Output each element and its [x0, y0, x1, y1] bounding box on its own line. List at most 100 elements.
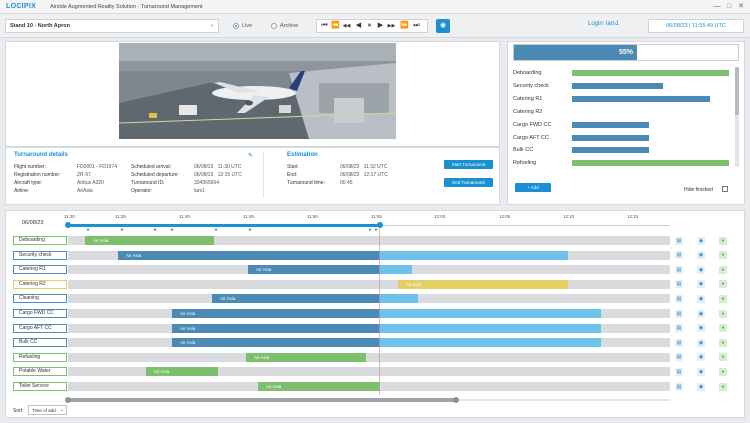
login-user[interactable]: Login: lars1: [588, 21, 619, 27]
fast-forward-icon[interactable]: ⏩: [400, 21, 409, 31]
document-icon[interactable]: ▤: [675, 324, 683, 333]
view-icon[interactable]: ◉: [697, 265, 705, 274]
status-icon[interactable]: ●: [719, 236, 727, 245]
view-icon[interactable]: ◉: [697, 251, 705, 260]
gantt-segment[interactable]: Air Asia: [398, 279, 568, 289]
gantt-segment[interactable]: [380, 265, 412, 275]
gantt-row-label[interactable]: Security check: [13, 250, 67, 260]
event-marker-icon[interactable]: ★: [120, 227, 124, 233]
gantt-segment[interactable]: Air Asia: [118, 250, 380, 260]
hscroll-left-knob[interactable]: [65, 397, 71, 403]
view-icon[interactable]: ◉: [697, 236, 705, 245]
gantt-segment[interactable]: Air Asia: [246, 352, 366, 362]
maximize-icon[interactable]: □: [724, 2, 734, 11]
gantt-segment[interactable]: Air Asia: [212, 294, 380, 304]
status-icon[interactable]: ●: [719, 338, 727, 347]
status-icon[interactable]: ●: [719, 382, 727, 391]
view-icon[interactable]: ◉: [697, 353, 705, 362]
gantt-row-label[interactable]: Refueling: [13, 352, 67, 362]
skip-end-icon[interactable]: ⏭: [412, 21, 421, 31]
forward-icon[interactable]: ▶▶: [387, 21, 396, 31]
event-marker-icon[interactable]: ★: [86, 227, 90, 233]
chevron-down-icon[interactable]: ⌄: [207, 21, 217, 31]
gantt-row-label[interactable]: Bulk CC: [13, 338, 67, 348]
gantt-segment[interactable]: [380, 250, 568, 260]
document-icon[interactable]: ▤: [675, 309, 683, 318]
event-marker-icon[interactable]: ★: [170, 227, 174, 233]
gantt-segment[interactable]: [380, 309, 601, 318]
gantt-segment[interactable]: Air Asia: [172, 309, 380, 318]
add-process-button[interactable]: + Add: [515, 183, 551, 192]
status-icon[interactable]: ●: [719, 265, 727, 274]
status-icon[interactable]: ●: [719, 367, 727, 376]
document-icon[interactable]: ▤: [675, 280, 683, 289]
status-icon[interactable]: ●: [719, 251, 727, 260]
gantt-row-label[interactable]: Cleaning: [13, 294, 67, 304]
status-icon[interactable]: ●: [719, 309, 727, 318]
hide-finished-checkbox[interactable]: [722, 186, 728, 192]
gantt-row-label[interactable]: Deboarding: [13, 236, 67, 245]
gantt-segment[interactable]: [380, 338, 601, 348]
document-icon[interactable]: ▤: [675, 294, 683, 303]
gantt-segment[interactable]: Air Asia: [248, 265, 380, 275]
view-icon[interactable]: ◉: [697, 324, 705, 333]
apron-camera-feed[interactable]: [119, 43, 396, 139]
document-icon[interactable]: ▤: [675, 251, 683, 260]
step-back-icon[interactable]: ◀: [354, 21, 363, 31]
camera-icon[interactable]: ◉: [436, 19, 450, 33]
process-list-scroll-thumb[interactable]: [735, 67, 739, 115]
gantt-row-label[interactable]: Cargo AFT CC: [13, 323, 67, 333]
gantt-hscroll-thumb[interactable]: [68, 398, 456, 402]
gantt-row-label[interactable]: Potable Water: [13, 367, 67, 377]
document-icon[interactable]: ▤: [675, 338, 683, 347]
view-icon[interactable]: ◉: [697, 382, 705, 391]
document-icon[interactable]: ▤: [675, 353, 683, 362]
gantt-segment[interactable]: Air Asia: [85, 236, 214, 245]
minimize-icon[interactable]: —: [712, 2, 722, 11]
status-icon[interactable]: ●: [719, 324, 727, 333]
gantt-segment[interactable]: Air Asia: [172, 323, 380, 333]
archive-radio[interactable]: [271, 23, 277, 29]
view-icon[interactable]: ◉: [697, 309, 705, 318]
status-icon[interactable]: ●: [719, 353, 727, 362]
event-marker-icon[interactable]: ★: [374, 227, 378, 233]
gantt-row-label[interactable]: Cargo FWD CC: [13, 309, 67, 318]
hscroll-right-knob[interactable]: [453, 397, 459, 403]
sort-select[interactable]: Time of add ⌄: [28, 405, 67, 415]
end-turnaround-button[interactable]: End Turnaround: [444, 178, 493, 187]
gantt-segment[interactable]: Air Asia: [146, 367, 218, 377]
gantt-segment[interactable]: Air Asia: [258, 382, 380, 391]
status-icon[interactable]: ●: [719, 294, 727, 303]
gantt-segment[interactable]: Air Asia: [172, 338, 380, 348]
pause-icon[interactable]: ⏸: [365, 21, 374, 31]
edit-icon[interactable]: ✎: [248, 152, 253, 159]
gantt-segment[interactable]: [380, 294, 418, 304]
fast-rewind-icon[interactable]: ⏪: [331, 21, 340, 31]
status-icon[interactable]: ●: [719, 280, 727, 289]
skip-start-icon[interactable]: ⏮: [320, 21, 329, 31]
live-radio[interactable]: [233, 23, 239, 29]
view-icon[interactable]: ◉: [697, 367, 705, 376]
document-icon[interactable]: ▤: [675, 382, 683, 391]
close-icon[interactable]: ✕: [736, 2, 746, 11]
view-icon[interactable]: ◉: [697, 294, 705, 303]
event-marker-icon[interactable]: ★: [368, 227, 372, 233]
event-marker-icon[interactable]: ★: [153, 227, 157, 233]
event-marker-icon[interactable]: ★: [248, 227, 252, 233]
play-icon[interactable]: ▶: [376, 21, 385, 31]
gantt-row-label[interactable]: Catering R1: [13, 265, 67, 275]
document-icon[interactable]: ▤: [675, 236, 683, 245]
document-icon[interactable]: ▤: [675, 265, 683, 274]
gantt-row-label[interactable]: Toilet Service: [13, 382, 67, 391]
start-turnaround-button[interactable]: Start Turnaround: [444, 160, 493, 169]
view-icon[interactable]: ◉: [697, 338, 705, 347]
gantt-segment[interactable]: [380, 323, 601, 333]
stand-select[interactable]: Stand 10 - North Apron: [5, 19, 219, 33]
timeline-elapsed-track[interactable]: [68, 224, 380, 227]
timeline-start-knob[interactable]: [65, 222, 71, 228]
event-marker-icon[interactable]: ★: [214, 227, 218, 233]
rewind-icon[interactable]: ◀◀: [342, 21, 351, 31]
gantt-row-label[interactable]: Catering R2: [13, 279, 67, 289]
view-icon[interactable]: ◉: [697, 280, 705, 289]
document-icon[interactable]: ▤: [675, 367, 683, 376]
